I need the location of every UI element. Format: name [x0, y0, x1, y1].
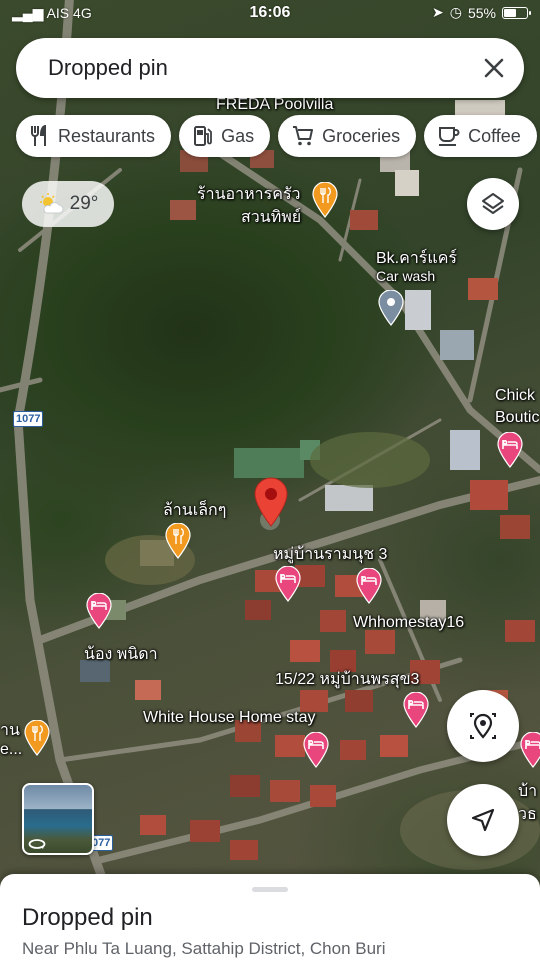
- close-button[interactable]: [464, 38, 524, 98]
- restaurant-pin-icon[interactable]: [165, 523, 191, 559]
- place-bottom-sheet[interactable]: Dropped pin Near Phlu Ta Luang, Sattahip…: [0, 874, 540, 960]
- label-restaurant-line1[interactable]: ร้านอาหารครัว: [197, 182, 301, 207]
- battery-percent: 55%: [467, 4, 496, 21]
- label-village-pornsuk[interactable]: 15/22 หมู่บ้านพรสุข3: [275, 667, 419, 692]
- chip-label: Coffee: [468, 125, 521, 146]
- road-shield-1077: 1077: [13, 411, 44, 427]
- chip-restaurants[interactable]: Restaurants: [16, 115, 172, 157]
- close-icon: [484, 58, 504, 78]
- label-nong-pinida[interactable]: น้อง พนิดา: [84, 642, 158, 667]
- label-left-edge-line2[interactable]: e...: [0, 741, 22, 759]
- hotel-pin-icon[interactable]: [275, 566, 301, 602]
- layers-icon: [482, 193, 504, 214]
- battery-icon: [502, 6, 531, 19]
- restaurant-pin-icon[interactable]: [312, 182, 338, 218]
- fork-knife-icon: [31, 125, 46, 146]
- place-address: Near Phlu Ta Luang, Sattahip District, C…: [22, 939, 386, 958]
- label-right-edge-line1[interactable]: บ้า: [518, 779, 537, 804]
- layers-button[interactable]: [467, 178, 519, 230]
- sheet-drag-handle[interactable]: [252, 887, 288, 892]
- label-village-ramnut[interactable]: หมู่บ้านรามนุช 3: [273, 542, 387, 567]
- label-white-house[interactable]: White House Home stay: [143, 709, 316, 727]
- label-whhomestay[interactable]: Whhomestay16: [353, 614, 464, 632]
- chip-label: Gas: [221, 125, 255, 146]
- coffee-cup-icon: [439, 127, 460, 146]
- category-chips: Restaurants Gas Groceries Coffee: [16, 115, 537, 157]
- chip-groceries[interactable]: Groceries: [278, 115, 417, 157]
- pin-locate-button[interactable]: [447, 690, 519, 762]
- hotel-pin-icon[interactable]: [520, 732, 540, 768]
- status-right: ➤ ◷ 55%: [432, 4, 531, 21]
- label-laan-lek[interactable]: ล้านเล็กๆ: [163, 498, 226, 523]
- hotel-pin-icon[interactable]: [303, 732, 329, 768]
- dropped-pin-icon[interactable]: [252, 476, 290, 528]
- label-car-wash: Car wash: [376, 268, 436, 284]
- location-pin-search-icon: [470, 713, 496, 739]
- rotate-360-icon: [28, 839, 46, 849]
- restaurant-pin-icon[interactable]: [24, 720, 50, 756]
- chip-label: Restaurants: [58, 125, 156, 146]
- battery-level: [504, 8, 516, 17]
- label-restaurant-line2[interactable]: สวนทิพย์: [241, 205, 301, 230]
- street-view-thumbnail[interactable]: [22, 783, 94, 855]
- hotel-pin-icon[interactable]: [86, 593, 112, 629]
- alarm-icon: ◷: [449, 4, 462, 20]
- label-right-edge-line2[interactable]: วธ: [518, 802, 537, 827]
- label-freda-poolvilla[interactable]: FREDA Poolvilla: [216, 96, 333, 114]
- cart-icon: [293, 126, 314, 146]
- temperature: 29°: [69, 193, 99, 214]
- chip-gas[interactable]: Gas: [179, 115, 271, 157]
- chip-label: Groceries: [322, 125, 401, 146]
- hotel-pin-icon[interactable]: [356, 568, 382, 604]
- car-wash-pin-icon[interactable]: [378, 290, 404, 326]
- label-chick-line2[interactable]: Boutic: [495, 409, 539, 427]
- gas-pump-icon: [194, 126, 212, 146]
- label-chick-line1[interactable]: Chick: [495, 387, 535, 405]
- label-left-edge-line1[interactable]: าน: [0, 718, 20, 743]
- navigation-arrow-icon: [471, 808, 495, 832]
- search-query[interactable]: Dropped pin: [48, 55, 464, 81]
- status-bar: ▂▄▆ AIS 4G 16:06 ➤ ◷ 55%: [0, 0, 540, 28]
- location-arrow-icon: ➤: [432, 4, 444, 20]
- hotel-pin-icon[interactable]: [497, 432, 523, 468]
- my-location-button[interactable]: [447, 784, 519, 856]
- partly-cloudy-icon: [39, 193, 64, 214]
- hotel-pin-icon[interactable]: [403, 692, 429, 728]
- weather-chip[interactable]: 29°: [22, 181, 114, 227]
- place-title: Dropped pin: [22, 904, 153, 931]
- chip-coffee[interactable]: Coffee: [424, 115, 537, 157]
- search-bar[interactable]: Dropped pin: [16, 38, 524, 98]
